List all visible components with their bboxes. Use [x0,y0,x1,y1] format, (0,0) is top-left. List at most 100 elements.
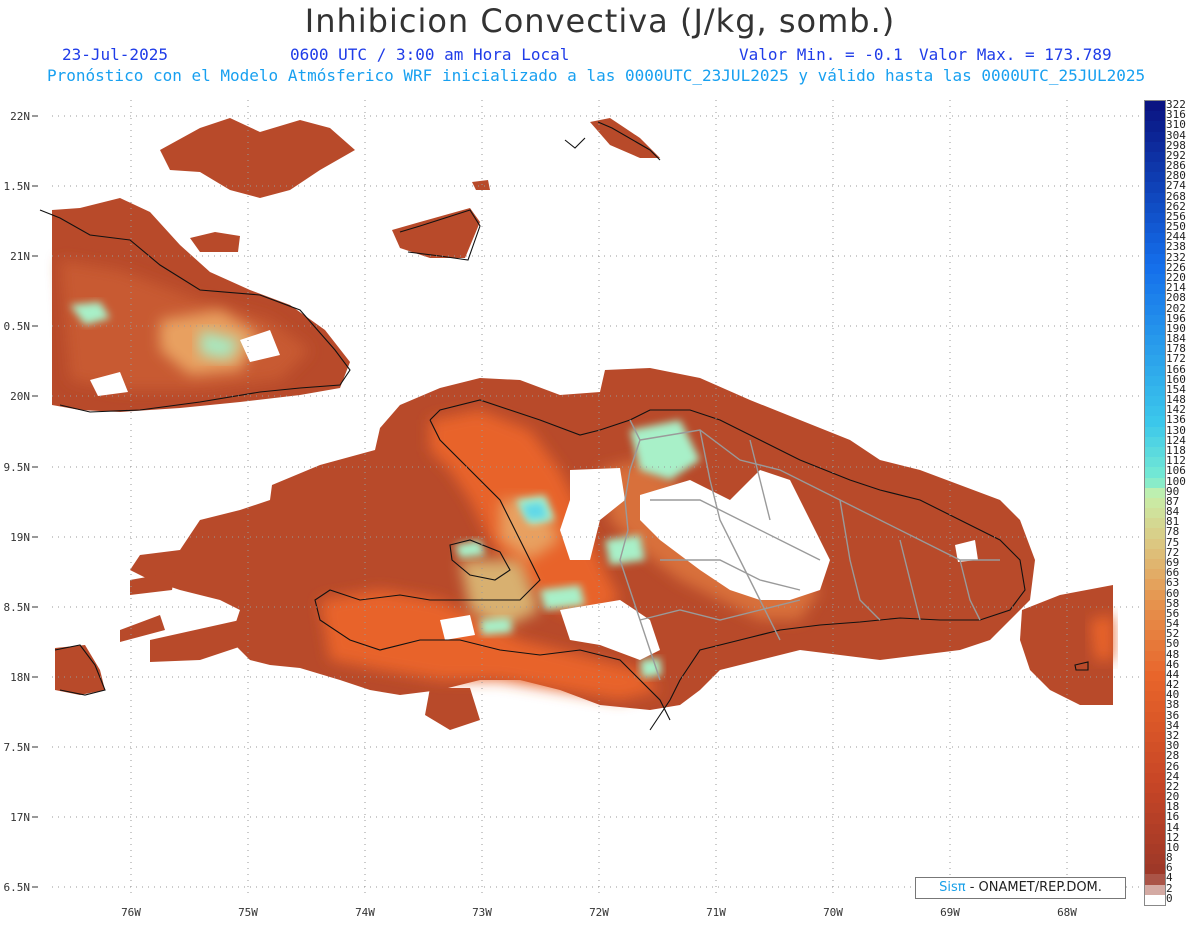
legend-swatch [1145,762,1165,774]
legend-swatch [1145,599,1165,611]
lon-label: 69W [940,906,960,919]
lat-label: 7.5N [4,741,31,754]
lat-label: 20N [10,390,30,403]
legend-swatch [1145,620,1165,631]
legend-swatch [1145,355,1165,367]
legend-swatch [1145,182,1165,194]
lat-label: 1.5N [4,180,31,193]
legend-swatch [1145,711,1165,723]
legend-swatch [1145,426,1165,438]
legend-swatch [1145,579,1165,590]
legend-label: 0 [1166,891,1173,905]
legend-swatch [1145,640,1165,652]
legend-swatch [1145,335,1165,346]
lat-label: 9.5N [4,461,31,474]
legend-swatch [1145,823,1165,835]
legend-swatch [1145,263,1165,275]
legend-swatch [1145,854,1165,865]
legend-swatch [1145,274,1165,285]
legend-swatch [1145,558,1165,570]
legend-swatch [1145,324,1165,336]
lat-label: 8.5N [4,601,31,614]
legend-swatch [1145,294,1165,306]
lat-label: 18N [10,671,30,684]
legend-swatch [1145,447,1165,458]
legend-swatch [1145,518,1165,529]
legend-swatch [1145,396,1165,407]
legend-swatch [1145,416,1165,428]
legend-swatch [1145,589,1165,601]
lat-label: 0.5N [4,320,31,333]
legend-swatch [1145,864,1165,875]
legend-swatch [1145,233,1165,244]
legend-swatch [1145,284,1165,295]
lon-label: 72W [589,906,609,919]
legend-swatch [1145,772,1165,784]
legend-swatch [1145,833,1165,845]
legend-swatch [1145,467,1165,479]
legend-swatch [1145,528,1165,540]
credit-box: Sisπ - ONAMET/REP.DOM. [915,877,1126,899]
legend-swatch [1145,731,1165,743]
legend-swatch [1145,782,1165,794]
legend-swatch [1145,843,1165,855]
legend-swatch [1145,192,1165,204]
lon-label: 74W [355,906,375,919]
legend-swatch [1145,101,1165,112]
lon-label: 71W [706,906,726,919]
legend-swatch [1145,742,1165,753]
legend-swatch [1145,457,1165,468]
lon-label: 70W [823,906,843,919]
legend-swatch [1145,131,1165,143]
legend-swatch [1145,497,1165,509]
legend-swatch [1145,894,1165,906]
lon-label: 76W [121,906,141,919]
lat-label: 22N [10,110,30,123]
legend-swatch [1145,884,1165,896]
legend-swatch [1145,345,1165,356]
legend-swatch [1145,691,1165,702]
legend-swatch [1145,701,1165,713]
legend-swatch [1145,660,1165,672]
legend-swatch [1145,212,1165,224]
credit-text: - ONAMET/REP.DOM. [965,880,1102,895]
legend-swatch [1145,813,1165,825]
legend-swatch [1145,406,1165,417]
legend-swatch [1145,151,1165,163]
lon-label: 68W [1057,906,1077,919]
legend-swatch [1145,752,1165,763]
legend-swatch [1145,650,1165,662]
legend-swatch [1145,436,1165,448]
lat-label: 6.5N [4,881,31,894]
legend-swatch [1145,314,1165,326]
map-canvas: 22N 1.5N 21N 0.5N 20N 9.5N 19N 8.5N 18N … [4,100,1141,919]
legend-swatch [1145,803,1165,814]
color-legend [1144,100,1166,906]
legend-swatch [1145,538,1165,550]
lon-labels: 76W 75W 74W 73W 72W 71W 70W 69W 68W [121,906,1077,919]
legend-swatch [1145,111,1165,122]
lat-label: 19N [10,531,30,544]
lon-label: 75W [238,906,258,919]
legend-swatch [1145,477,1165,489]
legend-swatch [1145,304,1165,316]
legend-swatch [1145,162,1165,173]
credit-logo: Sisπ [939,880,966,895]
legend-swatch [1145,874,1165,886]
legend-swatch [1145,630,1165,641]
legend-swatch [1145,375,1165,387]
lon-label: 73W [472,906,492,919]
legend-swatch [1145,548,1165,560]
legend-swatch [1145,721,1165,733]
legend-swatch [1145,385,1165,397]
legend-swatch [1145,569,1165,580]
legend-swatch [1145,681,1165,692]
lat-label: 21N [10,250,30,263]
legend-swatch [1145,487,1165,499]
legend-swatch [1145,172,1165,183]
legend-swatch [1145,202,1165,214]
lat-label: 17N [10,811,30,824]
legend-swatch [1145,365,1165,377]
legend-swatch [1145,670,1165,682]
legend-swatch [1145,508,1165,519]
